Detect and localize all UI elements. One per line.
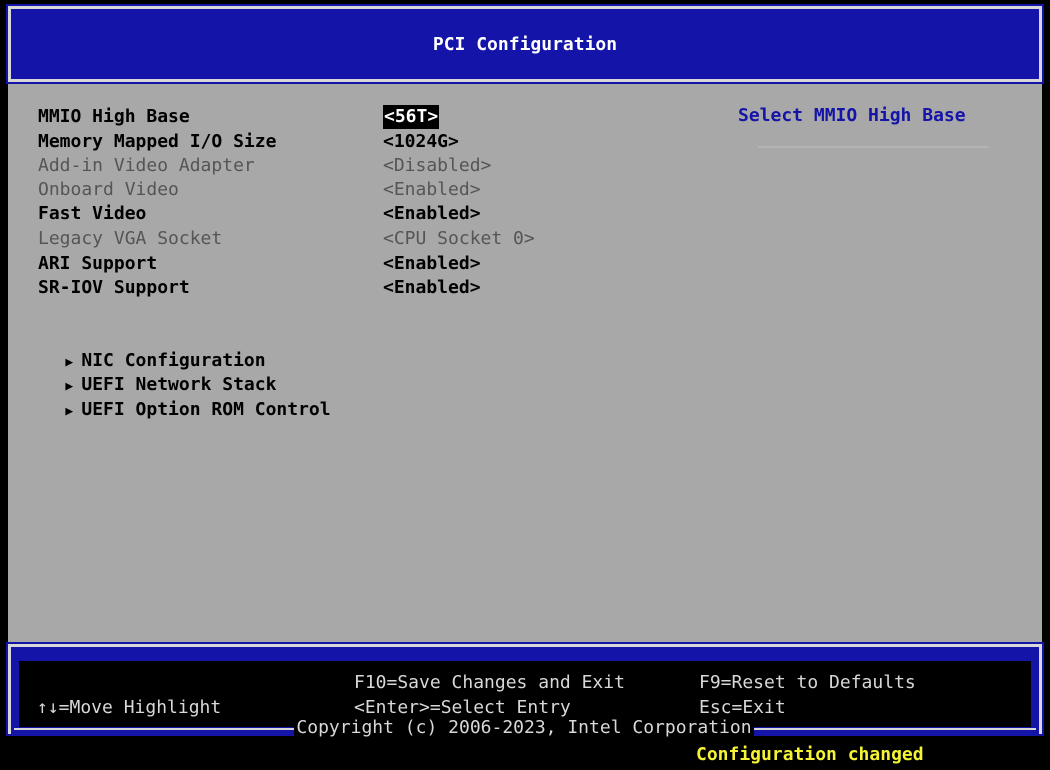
setting-value: <Enabled> (383, 179, 481, 200)
setting-value[interactable]: <1024G> (383, 130, 459, 154)
setting-onboard-video: Onboard Video <Enabled> (38, 178, 481, 202)
setting-value: <CPU Socket 0> (383, 228, 535, 249)
setting-label: Add-in Video Adapter (38, 155, 255, 176)
setting-mmio-high-base[interactable]: MMIO High Base <56T> (38, 105, 440, 129)
key-f9-defaults: F9=Reset to Defaults (699, 672, 916, 693)
setting-label: MMIO High Base (38, 106, 190, 127)
title-bar: PCI Configuration (6, 4, 1044, 84)
setting-legacy-vga-socket: Legacy VGA Socket <CPU Socket 0> (38, 227, 535, 251)
submenu-uefi-option-rom-control[interactable]: ▶ UEFI Option ROM Control (22, 374, 330, 420)
setting-mmio-size[interactable]: Memory Mapped I/O Size <1024G> (38, 130, 459, 154)
setting-value[interactable]: <Enabled> (383, 276, 481, 300)
setting-value[interactable]: <56T> (383, 105, 440, 129)
setting-label: Legacy VGA Socket (38, 228, 223, 249)
copyright-line: Copyright (c) 2006-2023, Intel Corporati… (14, 713, 1034, 743)
submenu-label: UEFI Option ROM Control (81, 399, 331, 420)
setting-fast-video[interactable]: Fast Video <Enabled> (38, 202, 481, 226)
setting-label: Memory Mapped I/O Size (38, 131, 277, 152)
triangle-right-icon: ▶ (65, 404, 74, 419)
setting-label: ARI Support (38, 253, 158, 274)
status-message: Configuration changed (696, 744, 924, 765)
submenu-nic-configuration[interactable]: ▶ NIC Configuration (22, 325, 265, 371)
setting-label: SR-IOV Support (38, 277, 190, 298)
settings-panel: MMIO High Base <56T> Memory Mapped I/O S… (8, 84, 1042, 644)
setting-label: Onboard Video (38, 179, 179, 200)
help-divider (758, 146, 988, 148)
setting-value: <Disabled> (383, 155, 492, 176)
setting-sriov-support[interactable]: SR-IOV Support <Enabled> (38, 276, 481, 300)
help-text: Select MMIO High Base (738, 105, 966, 126)
status-bar: Configuration changed (0, 740, 1050, 770)
setting-ari-support[interactable]: ARI Support <Enabled> (38, 252, 481, 276)
submenu-uefi-network-stack[interactable]: ▶ UEFI Network Stack (22, 349, 276, 395)
setting-addin-video-adapter: Add-in Video Adapter <Disabled> (38, 154, 491, 178)
key-f10-save: F10=Save Changes and Exit (354, 672, 625, 693)
setting-value[interactable]: <Enabled> (383, 202, 481, 226)
page-title: PCI Configuration (432, 33, 618, 55)
setting-label: Fast Video (38, 203, 147, 224)
copyright-text: Copyright (c) 2006-2023, Intel Corporati… (294, 717, 754, 738)
setting-value[interactable]: <Enabled> (383, 252, 481, 276)
